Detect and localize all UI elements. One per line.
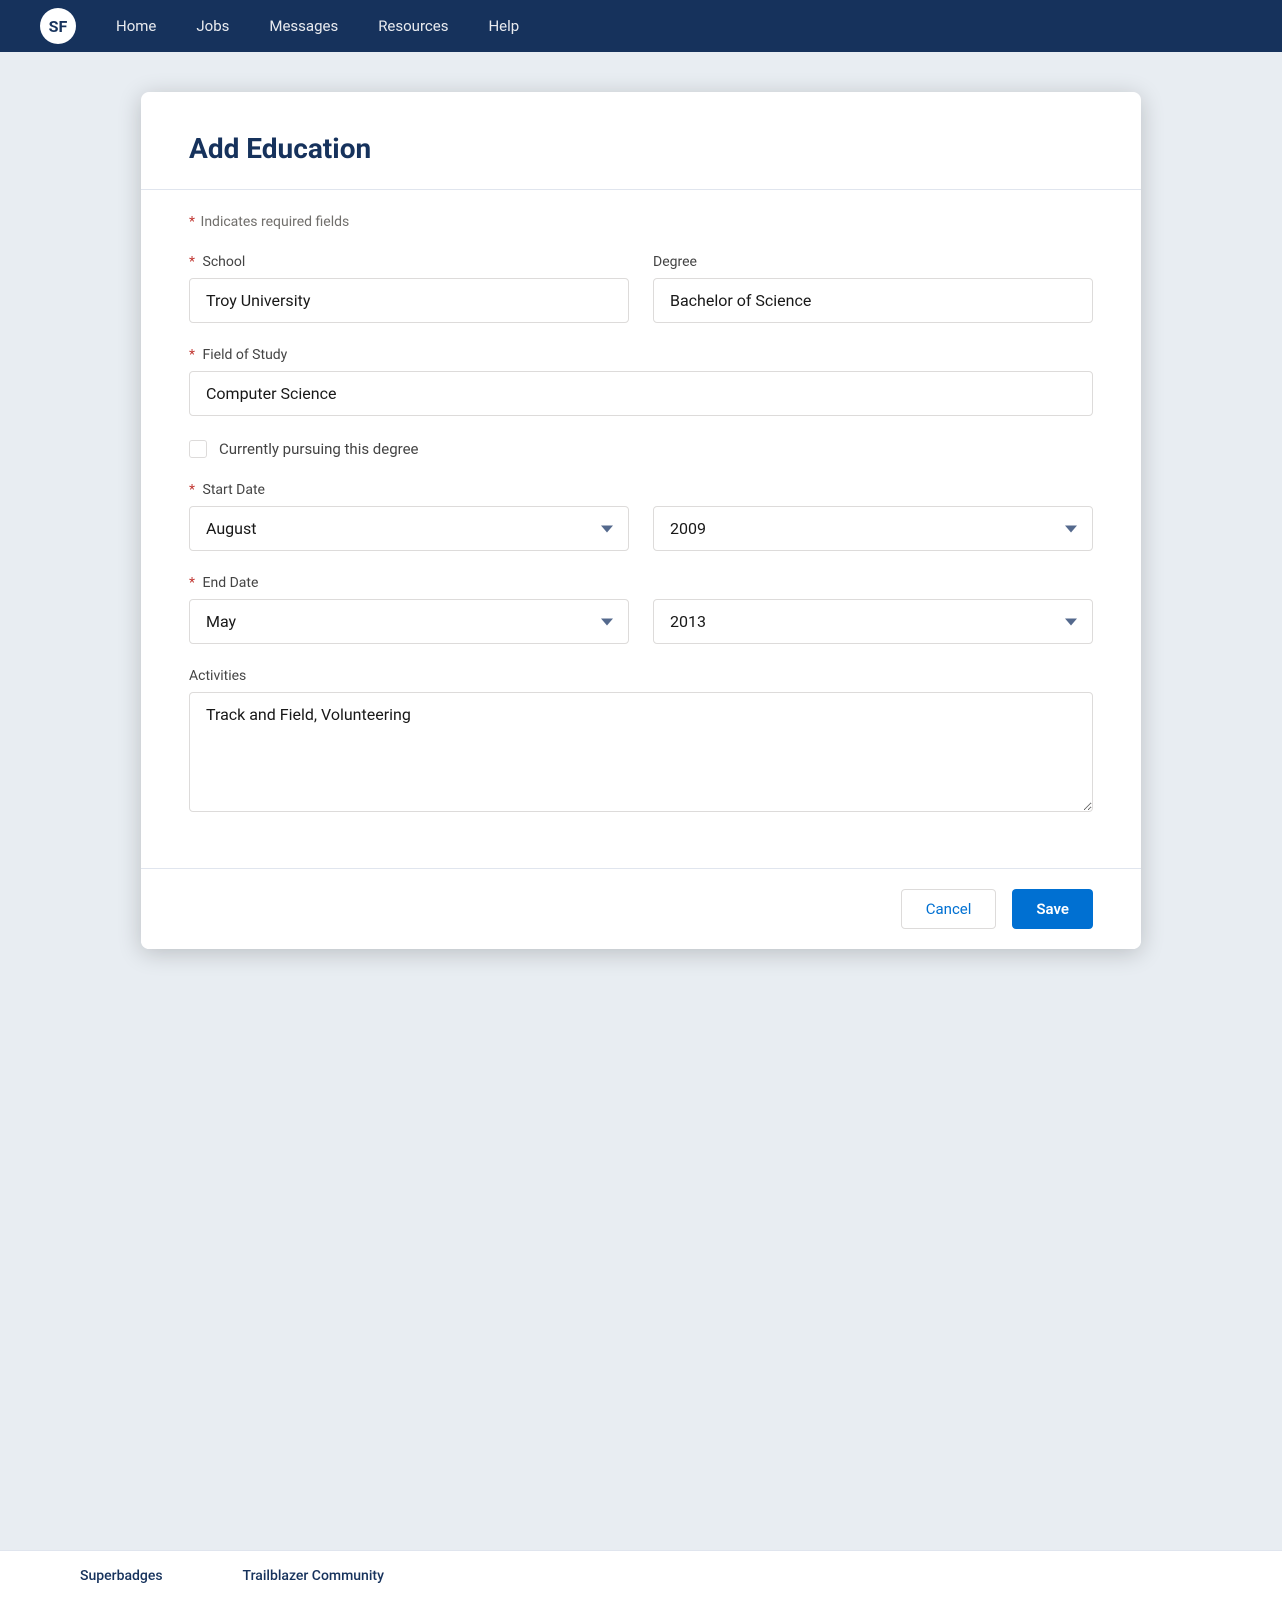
degree-label: Degree: [653, 254, 1093, 270]
start-date-group: * Start Date January February March Apri…: [189, 482, 629, 551]
field-of-study-row: * Field of Study: [189, 347, 1093, 416]
school-input[interactable]: [189, 278, 629, 323]
school-degree-row: * School Degree: [189, 254, 1093, 323]
modal-footer: Cancel Save: [141, 868, 1141, 949]
activities-row: Activities Track and Field, Volunteering: [189, 668, 1093, 812]
field-of-study-group: * Field of Study: [189, 347, 1093, 416]
add-education-modal: Add Education * Indicates required field…: [141, 92, 1141, 949]
nav-item-resources[interactable]: Resources: [378, 17, 448, 35]
end-date-required-star: *: [189, 575, 195, 591]
end-date-label: * End Date: [189, 575, 629, 591]
nav-bar: SF Home Jobs Messages Resources Help: [0, 0, 1282, 52]
degree-input[interactable]: [653, 278, 1093, 323]
end-date-row: * End Date January February March April …: [189, 575, 1093, 644]
start-date-required-star: *: [189, 482, 195, 498]
end-year-wrapper: 2010 2011 2012 2013 2014 2015: [653, 599, 1093, 644]
start-year-wrapper: 2005 2006 2007 2008 2009 2010 2011 2012 …: [653, 506, 1093, 551]
end-date-group: * End Date January February March April …: [189, 575, 629, 644]
save-button[interactable]: Save: [1012, 889, 1093, 929]
end-year-select[interactable]: 2010 2011 2012 2013 2014 2015: [653, 599, 1093, 644]
activities-label: Activities: [189, 668, 1093, 684]
end-year-group: 2010 2011 2012 2013 2014 2015: [653, 575, 1093, 644]
degree-group: Degree: [653, 254, 1093, 323]
nav-logo: SF: [40, 8, 76, 44]
bottom-bar-superbadges[interactable]: Superbadges: [80, 1568, 163, 1584]
field-required-star: *: [189, 347, 195, 363]
bottom-bar: Superbadges Trailblazer Community: [0, 1550, 1282, 1600]
start-month-select[interactable]: January February March April May June Ju…: [189, 506, 629, 551]
modal-title: Add Education: [189, 132, 1093, 165]
start-year-group: 2005 2006 2007 2008 2009 2010 2011 2012 …: [653, 482, 1093, 551]
nav-item-home[interactable]: Home: [116, 17, 156, 35]
currently-pursuing-label: Currently pursuing this degree: [219, 440, 419, 458]
field-of-study-input[interactable]: [189, 371, 1093, 416]
start-date-row: * Start Date January February March Apri…: [189, 482, 1093, 551]
bottom-bar-community[interactable]: Trailblazer Community: [243, 1568, 384, 1584]
start-month-wrapper: January February March April May June Ju…: [189, 506, 629, 551]
nav-item-jobs[interactable]: Jobs: [196, 17, 229, 35]
currently-pursuing-row: Currently pursuing this degree: [189, 440, 1093, 458]
start-year-select[interactable]: 2005 2006 2007 2008 2009 2010 2011 2012 …: [653, 506, 1093, 551]
end-year-label: [653, 575, 1093, 591]
school-required-star: *: [189, 254, 195, 270]
end-month-select[interactable]: January February March April May June Ju…: [189, 599, 629, 644]
start-year-label: [653, 482, 1093, 498]
nav-item-messages[interactable]: Messages: [269, 17, 338, 35]
end-month-wrapper: January February March April May June Ju…: [189, 599, 629, 644]
currently-pursuing-checkbox[interactable]: [189, 440, 207, 458]
start-date-label: * Start Date: [189, 482, 629, 498]
cancel-button[interactable]: Cancel: [901, 889, 997, 929]
modal-body: * Indicates required fields * School Deg…: [141, 190, 1141, 868]
required-star: *: [189, 214, 195, 230]
required-note: * Indicates required fields: [189, 214, 1093, 230]
activities-group: Activities Track and Field, Volunteering: [189, 668, 1093, 812]
modal-header: Add Education: [141, 92, 1141, 190]
school-group: * School: [189, 254, 629, 323]
nav-item-help[interactable]: Help: [488, 17, 519, 35]
activities-textarea[interactable]: Track and Field, Volunteering: [189, 692, 1093, 812]
school-label: * School: [189, 254, 629, 270]
field-of-study-label: * Field of Study: [189, 347, 1093, 363]
